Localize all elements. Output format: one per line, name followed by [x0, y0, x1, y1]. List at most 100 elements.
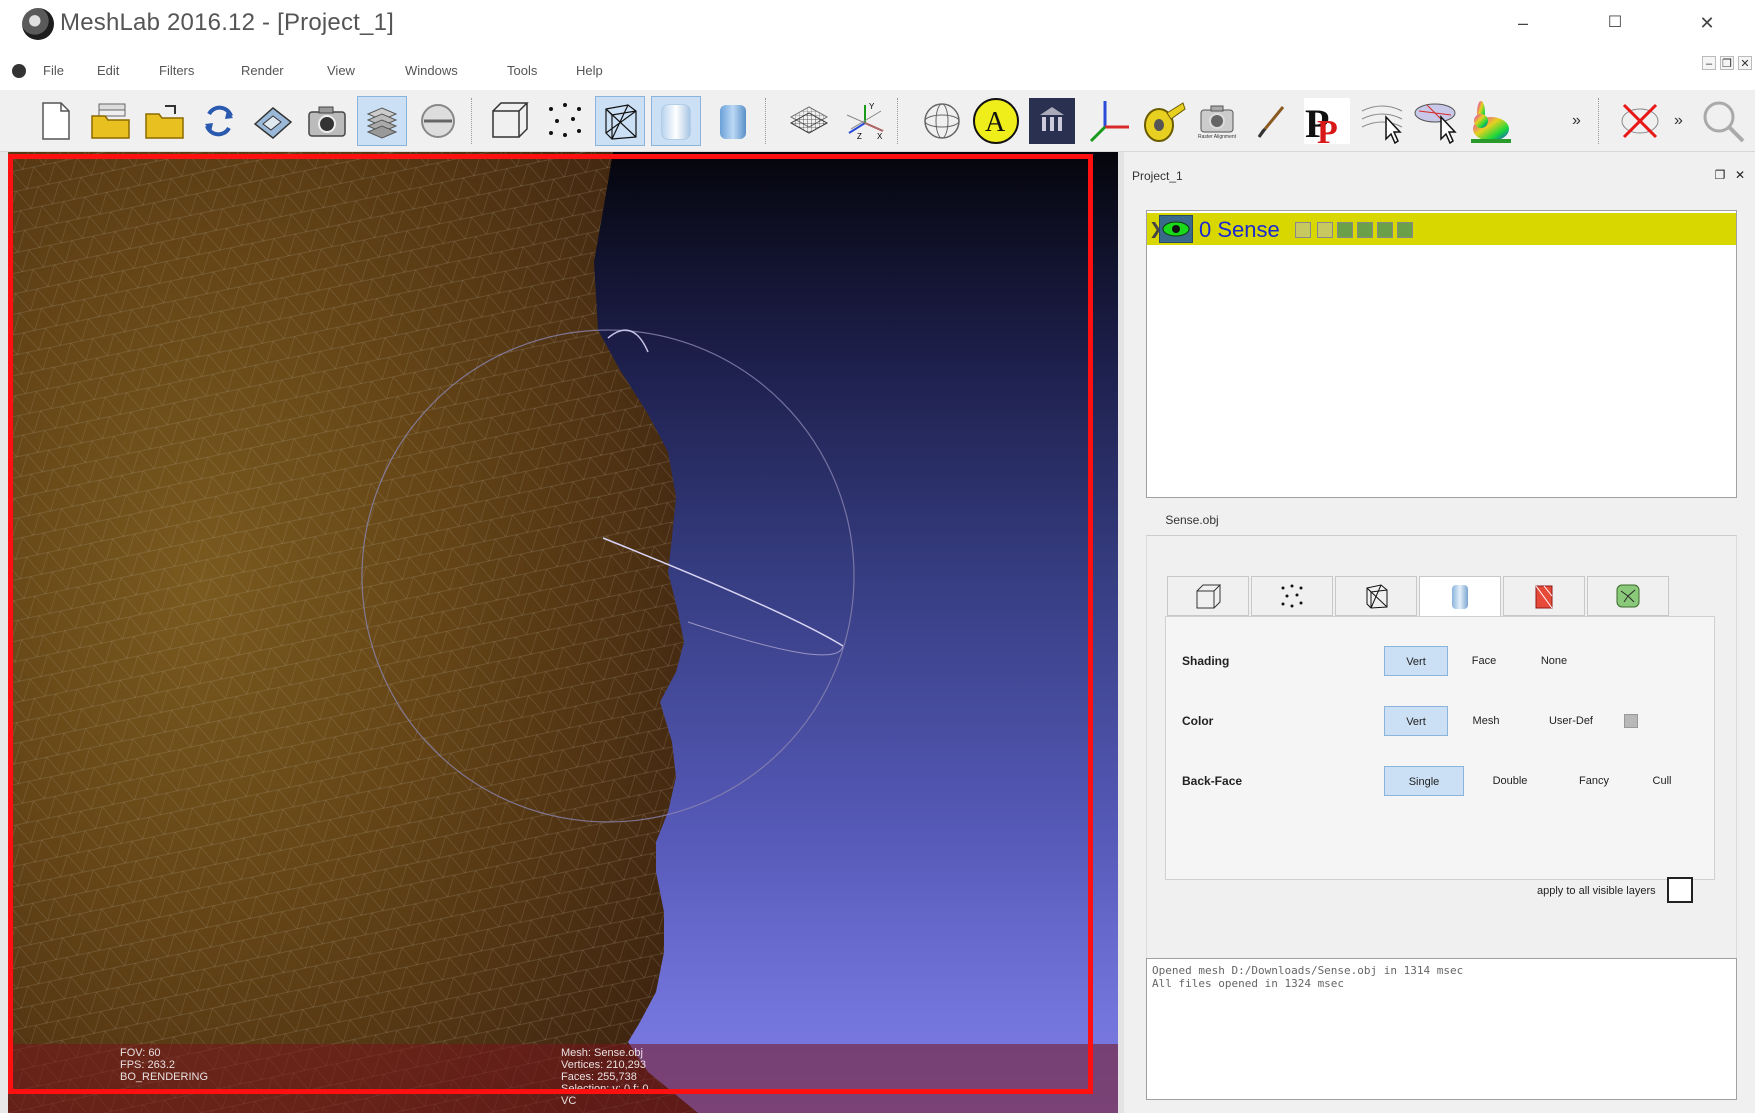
save-icon [253, 107, 293, 139]
float-panel-button[interactable]: ❐ [1712, 167, 1728, 183]
reload-button[interactable] [194, 96, 244, 146]
tab-solid-mode[interactable] [1419, 576, 1501, 617]
raster-button[interactable] [413, 96, 463, 146]
menu-tools[interactable]: Tools [507, 63, 537, 78]
paint-button[interactable] [1246, 96, 1296, 146]
annotate-letter: A [985, 107, 1006, 138]
mdi-close-button[interactable]: ✕ [1738, 56, 1752, 70]
mdi-minimize-button[interactable]: – [1702, 56, 1716, 70]
layer-texture-mode-icon[interactable] [1377, 222, 1393, 238]
shading-none-button[interactable]: None [1522, 646, 1586, 676]
meshlab-logo-icon [22, 8, 54, 40]
backface-fancy-button[interactable]: Fancy [1554, 766, 1634, 796]
layer-misc-mode-icon[interactable] [1397, 222, 1413, 238]
apply-all-checkbox[interactable] [1667, 877, 1693, 903]
museum-button[interactable] [1027, 96, 1077, 146]
shading-vert-button[interactable]: Vert [1384, 646, 1448, 676]
backface-cull-button[interactable]: Cull [1632, 766, 1692, 796]
layer-solid-mode-icon[interactable] [1357, 222, 1373, 238]
log-line: All files opened in 1324 msec [1152, 977, 1345, 990]
menu-filters[interactable]: Filters [159, 63, 194, 78]
color-vert-button[interactable]: Vert [1384, 706, 1448, 736]
menu-help[interactable]: Help [576, 63, 603, 78]
left-dock-strip [0, 152, 8, 1113]
menu-edit[interactable]: Edit [97, 63, 119, 78]
render-mode-page: Shading Vert Face None Color Vert Mesh U… [1165, 616, 1715, 880]
3d-viewport[interactable]: FOV: 60 FPS: 263.2 BO_RENDERING Mesh: Se… [8, 152, 1118, 1113]
tab-box-mode[interactable] [1167, 576, 1249, 616]
layer-dialog-title: Project_1 [1132, 169, 1183, 183]
close-tool-button[interactable] [1615, 96, 1665, 146]
measure-axes-button[interactable] [1084, 96, 1134, 146]
layer-visibility-toggle[interactable] [1159, 215, 1193, 243]
tab-texture-mode[interactable] [1503, 576, 1585, 616]
annotate-button[interactable]: A [971, 96, 1021, 146]
axis-button[interactable]: Y Z X [840, 96, 890, 146]
axis-icon: Y Z X [846, 102, 884, 141]
backface-double-button[interactable]: Double [1470, 766, 1550, 796]
close-x-icon [1621, 103, 1659, 139]
svg-text:Z: Z [857, 132, 862, 141]
search-button[interactable] [1698, 96, 1748, 146]
minimize-button[interactable]: – [1500, 8, 1546, 38]
close-button[interactable]: ✕ [1684, 8, 1730, 38]
search-icon [1703, 101, 1745, 143]
select-vertices-icon [1361, 105, 1403, 145]
back-face-label: Back-Face [1182, 774, 1243, 788]
sphere-icon [924, 103, 960, 139]
save-button[interactable] [248, 96, 298, 146]
log-line: Opened mesh D:/Downloads/Sense.obj in 13… [1152, 964, 1464, 977]
backface-single-button[interactable]: Single [1384, 766, 1464, 796]
layer-wire-mode-icon[interactable] [1337, 222, 1353, 238]
hud-mesh-name: Mesh: Sense.obj [561, 1047, 643, 1059]
menu-file[interactable]: File [43, 63, 64, 78]
close-panel-button[interactable]: ✕ [1732, 167, 1748, 183]
paint-brush-icon [1257, 106, 1285, 138]
color-bunny-button[interactable] [1466, 96, 1516, 146]
wireframe-button[interactable] [595, 96, 645, 146]
menu-view[interactable]: View [327, 63, 355, 78]
snapshot-button[interactable] [302, 96, 352, 146]
toolbar-overflow-button[interactable]: » [1572, 112, 1581, 130]
color-user-def-button[interactable]: User-Def [1530, 706, 1612, 736]
mdi-restore-button[interactable]: ❐ [1720, 56, 1734, 70]
shading-face-button[interactable]: Face [1452, 646, 1516, 676]
layer-list: ❯ 0 Sense [1146, 210, 1737, 498]
tape-measure-button[interactable] [1138, 96, 1188, 146]
trackball-button[interactable] [917, 96, 967, 146]
maximize-button[interactable]: ☐ [1592, 8, 1638, 38]
menu-render[interactable]: Render [241, 63, 284, 78]
document-menu-icon[interactable] [12, 64, 26, 78]
menu-windows[interactable]: Windows [405, 63, 458, 78]
bounding-box-button[interactable] [484, 96, 534, 146]
point-picker-button[interactable]: PP [1302, 96, 1352, 146]
log-output[interactable]: Opened mesh D:/Downloads/Sense.obj in 13… [1146, 958, 1737, 1100]
layer-row-sense[interactable]: ❯ 0 Sense [1147, 213, 1736, 245]
smooth-button[interactable] [707, 96, 757, 146]
tab-misc-mode[interactable] [1587, 576, 1669, 616]
hud-rendering: BO_RENDERING [120, 1071, 209, 1083]
select-faces-button[interactable] [1412, 96, 1462, 146]
toolbar-overflow-button-2[interactable]: » [1674, 112, 1683, 130]
points-button[interactable] [540, 96, 590, 146]
user-def-color-swatch[interactable] [1624, 714, 1638, 728]
flat-lines-button[interactable] [651, 96, 701, 146]
layer-box-mode-icon[interactable] [1295, 222, 1311, 238]
render-mode-tabs [1167, 576, 1677, 617]
layers-button[interactable] [357, 96, 407, 146]
tab-points-mode[interactable] [1251, 576, 1333, 616]
raster-alignment-button[interactable]: Raster Alignment [1192, 96, 1242, 146]
select-faces-icon [1414, 103, 1457, 145]
misc-mode-icon [1616, 584, 1640, 608]
title-bar: MeshLab 2016.12 - [Project_1] – ☐ ✕ [0, 0, 1755, 50]
new-project-button[interactable] [30, 96, 80, 146]
tab-sense-obj[interactable]: Sense.obj [1146, 505, 1238, 535]
layer-points-mode-icon[interactable] [1317, 222, 1333, 238]
color-mesh-button[interactable]: Mesh [1454, 706, 1518, 736]
wireframe-icon [605, 104, 637, 140]
tab-wireframe-mode[interactable] [1335, 576, 1417, 616]
grid-button[interactable] [784, 96, 834, 146]
open-mesh-button[interactable] [140, 96, 190, 146]
select-vertices-button[interactable] [1357, 96, 1407, 146]
open-project-button[interactable] [86, 96, 136, 146]
